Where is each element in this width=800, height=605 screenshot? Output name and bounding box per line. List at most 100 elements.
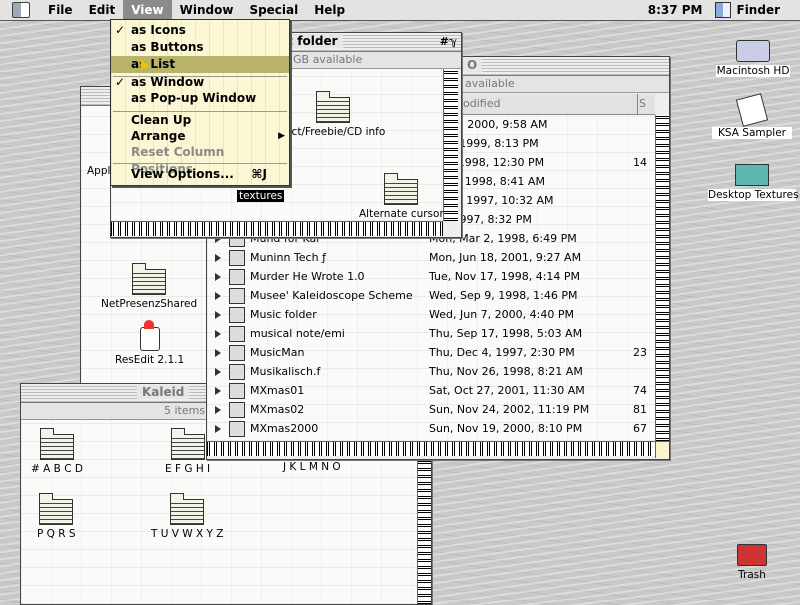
- disclosure-triangle-icon[interactable]: [215, 368, 221, 376]
- column-header-modified[interactable]: odified: [463, 97, 500, 110]
- file-icon: [229, 402, 245, 418]
- row-size: 74: [633, 384, 647, 397]
- folder-icon: [735, 164, 769, 186]
- music-vertical-scrollbar[interactable]: [443, 69, 458, 221]
- list-row[interactable]: musical note/emi Thu, Sep 17, 1998, 5:03 …: [207, 324, 655, 343]
- music-horizontal-scrollbar[interactable]: [111, 221, 443, 236]
- disclosure-triangle-icon[interactable]: [215, 254, 221, 262]
- trash[interactable]: Trash: [728, 544, 776, 581]
- submenu-arrow-icon: ▶: [278, 131, 285, 141]
- list-row[interactable]: Music folder Wed, Jun 7, 2000, 4:40 PM: [207, 305, 655, 324]
- application-menu[interactable]: Finder: [737, 3, 781, 17]
- disclosure-triangle-icon[interactable]: [215, 311, 221, 319]
- shortcut-label: ⌘J: [251, 167, 267, 181]
- menu-item-as-popup-window[interactable]: as Pop-up Window: [111, 90, 289, 107]
- disclosure-triangle-icon[interactable]: [215, 292, 221, 300]
- row-size: 67: [633, 422, 647, 435]
- contact-freebie-folder[interactable]: tact/Freebie/CD info: [281, 91, 385, 138]
- folder-label: Alternate cursor: [359, 208, 444, 220]
- menu-item-clean-up[interactable]: Clean Up: [111, 112, 289, 129]
- apple-menu-icon[interactable]: [12, 2, 30, 18]
- kaleid-folder-1[interactable]: # A B C D: [31, 428, 83, 475]
- kaleid-folder-4[interactable]: P Q R S: [37, 493, 76, 540]
- menu-separator: [113, 163, 287, 164]
- menu-view[interactable]: View: [123, 0, 172, 20]
- file-icon: [229, 307, 245, 323]
- check-mark-icon: ✓: [115, 75, 126, 89]
- menu-help[interactable]: Help: [306, 0, 353, 20]
- file-icon: [229, 421, 245, 437]
- menu-item-as-window[interactable]: ✓ as Window: [111, 74, 289, 91]
- finder-app-icon[interactable]: [714, 2, 731, 18]
- menu-item-label: as Icons: [131, 23, 186, 37]
- macintosh-hd-volume[interactable]: Macintosh HD: [716, 40, 790, 77]
- ksa-sampler-app[interactable]: KSA Sampler: [712, 93, 792, 139]
- folder-label: P Q R S: [37, 528, 76, 540]
- menu-item-label: Clean Up: [131, 113, 192, 127]
- row-date: Thu, Nov 26, 1998, 8:21 AM: [429, 365, 583, 378]
- row-name: MXmas2000: [250, 422, 319, 435]
- list-row[interactable]: MXmas2000 Sun, Nov 19, 2000, 8:10 PM 67: [207, 419, 655, 438]
- disclosure-triangle-icon[interactable]: [215, 387, 221, 395]
- resize-grow-box[interactable]: [655, 441, 669, 458]
- list-vertical-scrollbar[interactable]: [655, 115, 669, 441]
- icon-label: KSA Sampler: [712, 127, 792, 139]
- row-date: Tue, Nov 17, 1998, 4:14 PM: [429, 270, 581, 283]
- folder-label: E F G H I: [165, 463, 211, 475]
- textures-folder[interactable]: textures: [237, 187, 285, 202]
- row-size: 81: [633, 403, 647, 416]
- folder-label: textures: [237, 190, 285, 202]
- icon-label: Macintosh HD: [716, 65, 790, 77]
- netpresenzshared-folder[interactable]: NetPresenzShared: [101, 263, 197, 310]
- menu-item-label: as Buttons: [131, 40, 204, 54]
- column-header-size[interactable]: S: [639, 97, 646, 110]
- row-date: Thu, Sep 17, 1998, 5:03 AM: [429, 327, 583, 340]
- menu-file[interactable]: File: [40, 0, 81, 20]
- list-row[interactable]: Musee' Kaleidoscope Scheme Wed, Sep 9, 19…: [207, 286, 655, 305]
- folder-icon: [170, 428, 205, 460]
- menu-item-view-options[interactable]: View Options... ⌘J: [111, 166, 289, 183]
- row-name: Musee' Kaleidoscope Scheme: [250, 289, 413, 302]
- menu-special[interactable]: Special: [241, 0, 306, 20]
- menu-item-reset-column-positions: Reset Column Positions: [111, 144, 289, 176]
- row-date: Mon, Jun 18, 2001, 9:27 AM: [429, 251, 582, 264]
- list-row[interactable]: MusicMan Thu, Dec 4, 1997, 2:30 PM 23: [207, 343, 655, 362]
- menubar-clock[interactable]: 8:37 PM: [648, 3, 703, 17]
- row-name: MXmas01: [250, 384, 305, 397]
- menu-item-label: as Window: [131, 75, 205, 89]
- window-title: Kaleid: [137, 385, 190, 399]
- resedit-app[interactable]: ResEdit 2.1.1: [115, 320, 184, 366]
- kaleid-folder-3[interactable]: J K L M N O: [283, 458, 341, 473]
- hard-disk-icon: [736, 40, 770, 62]
- menu-item-as-icons[interactable]: ✓ as Icons: [111, 22, 289, 39]
- file-icon: [229, 345, 245, 361]
- window-collapse-icon[interactable]: #ℽ: [440, 35, 457, 48]
- list-horizontal-scrollbar[interactable]: [207, 441, 655, 456]
- menu-item-as-buttons[interactable]: as Buttons: [111, 39, 289, 56]
- list-row[interactable]: Murder He Wrote 1.0 Tue, Nov 17, 1998, 4:…: [207, 267, 655, 286]
- disclosure-triangle-icon[interactable]: [215, 330, 221, 338]
- disclosure-triangle-icon[interactable]: [215, 425, 221, 433]
- kaleid-folder-2[interactable]: E F G H I: [165, 428, 211, 475]
- disclosure-triangle-icon[interactable]: [215, 406, 221, 414]
- disclosure-triangle-icon[interactable]: [215, 273, 221, 281]
- row-date: Wed, Jun 7, 2000, 4:40 PM: [429, 308, 574, 321]
- disclosure-triangle-icon[interactable]: [215, 349, 221, 357]
- list-row[interactable]: MXmas02 Sun, Nov 24, 2002, 11:19 PM 81: [207, 400, 655, 419]
- list-row[interactable]: MXmas01 Sat, Oct 27, 2001, 11:30 AM 74: [207, 381, 655, 400]
- list-row[interactable]: Muninn Tech ƒ Mon, Jun 18, 2001, 9:27 AM: [207, 248, 655, 267]
- folder-label: T U V W X Y Z: [151, 528, 224, 540]
- desktop-textures-folder[interactable]: Desktop Textures: [708, 164, 799, 201]
- menu-item-arrange[interactable]: Arrange ▶: [111, 128, 289, 145]
- row-date: Sun, Nov 24, 2002, 11:19 PM: [429, 403, 590, 416]
- list-row[interactable]: Musikalisch.f Thu, Nov 26, 1998, 8:21 AM: [207, 362, 655, 381]
- alternate-cursor-folder[interactable]: Alternate cursor: [359, 173, 444, 220]
- menu-bar: File Edit View Window Special Help 8:37 …: [0, 0, 800, 21]
- menu-item-label: Arrange: [131, 129, 186, 143]
- menu-window[interactable]: Window: [172, 0, 242, 20]
- menu-item-as-list[interactable]: as List: [111, 55, 289, 73]
- menu-item-label: View Options...: [131, 167, 234, 181]
- kaleid-folder-5[interactable]: T U V W X Y Z: [151, 493, 224, 540]
- menu-edit[interactable]: Edit: [81, 0, 124, 20]
- row-date: Thu, Dec 4, 1997, 2:30 PM: [429, 346, 575, 359]
